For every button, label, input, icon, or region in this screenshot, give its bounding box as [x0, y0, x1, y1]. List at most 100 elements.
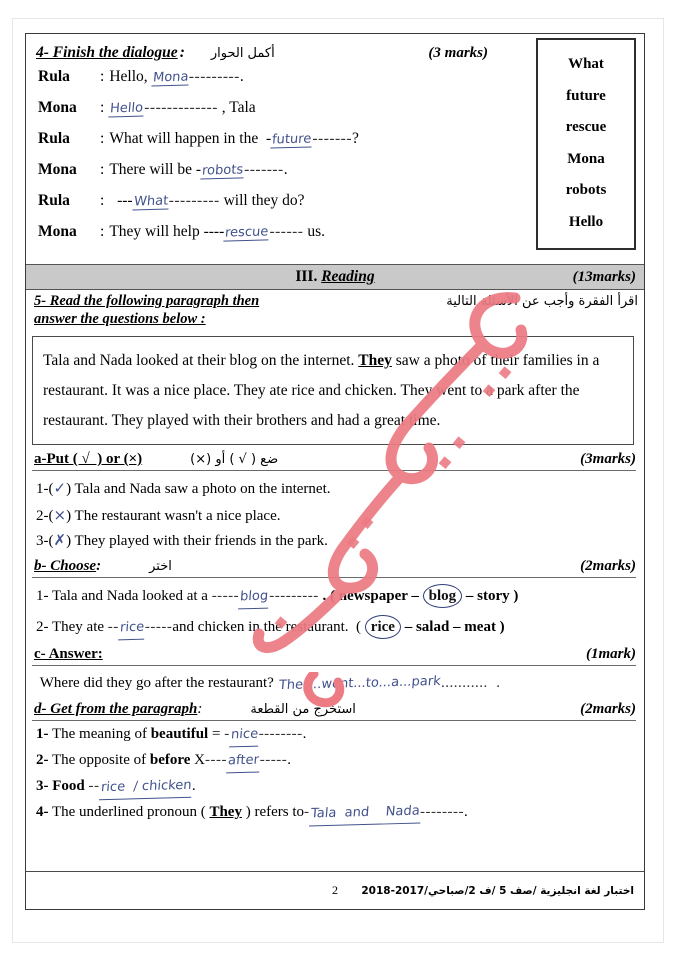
item-text: The restaurant wasn't a nice place.: [71, 508, 281, 524]
dialogue-suffix: .: [239, 68, 244, 85]
item-number: 1-: [36, 726, 49, 742]
dialogue-answer[interactable]: future: [270, 131, 314, 149]
item-number: 2-: [36, 752, 49, 768]
blank-dots: ........... .: [441, 675, 501, 691]
item-prompt: The underlined pronoun (: [48, 804, 210, 820]
blank-dashes-tail: -----: [259, 752, 288, 768]
dialogue-blank-dashes: -------: [244, 161, 284, 178]
dialogue-blank-dashes: ---------: [188, 68, 240, 85]
handwritten-answer[interactable]: They...went...to...a...park: [276, 671, 442, 697]
dialogue-answer[interactable]: What: [131, 193, 170, 211]
item-prompt: The meaning of: [48, 726, 151, 742]
circled-option[interactable]: rice: [364, 615, 401, 639]
word-bank-item: future: [566, 87, 606, 104]
option-list-post: – salad – meat ): [400, 619, 505, 635]
question-4-section: What future rescue Mona robots Hello 4- …: [26, 34, 644, 264]
dialogue-prompt: ---: [109, 192, 133, 209]
part-d-heading: d- Get from the paragraph : استخرج من ال…: [34, 701, 644, 718]
reading-band-title: III. Reading: [26, 268, 644, 286]
item-number: 4-: [36, 804, 49, 820]
dialogue-separator: :: [100, 99, 105, 116]
word-bank-item: Hello: [568, 213, 604, 230]
exam-sheet: What future rescue Mona robots Hello 4- …: [25, 33, 645, 910]
item-number: 3-: [36, 778, 49, 794]
item-keyword: They: [209, 804, 242, 820]
divider: [32, 470, 636, 471]
item-prompt: 1- Tala and Nada looked at a: [36, 588, 212, 604]
exam-page: What future rescue Mona robots Hello 4- …: [0, 0, 678, 960]
answer-cross-mark[interactable]: ×: [54, 504, 67, 526]
part-d-item: 2- The opposite of before X----after----…: [36, 749, 644, 774]
dialogue-suffix: .: [283, 161, 288, 178]
part-d-item: 1- The meaning of beautiful = -nice-----…: [36, 723, 644, 748]
word-bank-item: robots: [565, 182, 607, 198]
item-keyword: before: [149, 752, 191, 768]
option-list-post: – story ): [462, 588, 519, 604]
word-bank-item: Mona: [567, 150, 605, 167]
part-a-arabic: ضع ( √ ) أو (×): [190, 452, 279, 467]
part-d-label: d- Get from the paragraph: [34, 701, 198, 717]
handwritten-answer[interactable]: after: [226, 749, 261, 774]
section-numeral: III.: [295, 268, 318, 285]
page-number: 2: [332, 883, 338, 897]
dialogue-answer[interactable]: robots: [200, 162, 245, 180]
handwritten-answer[interactable]: nice: [228, 723, 260, 748]
answer-tick-mark[interactable]: ✓: [54, 477, 67, 499]
dialogue-suffix: ?: [352, 130, 359, 147]
item-text: Tala and Nada saw a photo on the interne…: [71, 481, 331, 497]
section-title: Reading: [321, 268, 375, 285]
part-d-marks: (2marks): [580, 701, 636, 717]
question-4-marks: (3 marks): [428, 45, 488, 61]
question-5-label-line2: answer the questions below :: [34, 311, 206, 327]
part-c-colon: :: [97, 646, 103, 662]
circled-option[interactable]: blog: [422, 584, 463, 608]
blank-dashes-lead: --: [88, 778, 100, 794]
dialogue-separator: :: [100, 130, 105, 147]
item-number: 1-(: [36, 481, 54, 497]
dialogue-prompt: What will happen in the -: [109, 130, 272, 147]
item-mid: ) refers to: [241, 804, 305, 820]
divider: [32, 577, 636, 578]
part-d-arabic: استخرج من القطعة: [250, 702, 356, 717]
handwritten-answer[interactable]: rice: [117, 616, 146, 641]
dialogue-blank-dashes: ---------: [168, 192, 220, 209]
handwritten-answer[interactable]: Tala and Nada: [308, 800, 422, 827]
handwritten-answer[interactable]: blog: [238, 585, 271, 610]
dialogue-blank-dashes: -------: [312, 130, 353, 147]
handwritten-answer[interactable]: rice / chicken: [98, 774, 193, 801]
blank-dashes-tail: --------: [258, 726, 303, 742]
reading-paragraph-box: Tala and Nada looked at their blog on th…: [32, 336, 634, 445]
dialogue-blank-dashes: -------------: [144, 99, 218, 116]
blank-dashes-lead: --: [107, 619, 119, 635]
dialogue-prompt: There will be -: [109, 161, 201, 178]
dialogue-suffix: , Tala: [217, 99, 256, 116]
item-prompt: 2- They ate: [36, 619, 108, 635]
divider: [32, 665, 636, 666]
answer-cross-mark[interactable]: ✗: [54, 529, 67, 551]
part-a-item: 2-(×) The restaurant wasn't a nice place…: [36, 504, 644, 527]
item-keyword: beautiful: [150, 726, 209, 742]
dialogue-blank-dashes: ------: [269, 223, 304, 240]
part-b-marks: (2marks): [580, 558, 636, 574]
dialogue-answer[interactable]: rescue: [223, 224, 271, 242]
blank-dashes-lead: -----: [211, 588, 240, 604]
option-list-pre: . ( newspaper –: [318, 588, 423, 604]
dialogue-speaker: Mona: [38, 223, 77, 240]
part-d-item: 4- The underlined pronoun ( They ) refer…: [36, 800, 644, 827]
part-b-item: 2- They ate --rice-----and chicken in th…: [36, 615, 644, 641]
question-5-label: 5- Read the following paragraph then: [34, 293, 260, 309]
item-keyword: Food: [52, 778, 85, 794]
question-4-arabic: أكمل الحوار: [210, 46, 275, 61]
part-b-colon: :: [96, 558, 102, 574]
part-b-arabic: اختر: [149, 559, 172, 574]
paragraph-text-1: Tala and Nada looked at their blog on th…: [43, 352, 359, 369]
dialogue-answer[interactable]: Mona: [150, 69, 190, 87]
dialogue-speaker: Rula: [38, 130, 70, 147]
item-number: 2-(: [36, 508, 54, 524]
dialogue-answer[interactable]: Hello: [108, 100, 145, 118]
option-list-pre: and chicken in the restaurant. (: [172, 619, 365, 635]
dialogue-separator: :: [100, 68, 105, 85]
dialogue-prompt: They will help ----: [109, 223, 225, 240]
part-d-item: 3- Food --rice / chicken.: [36, 774, 644, 801]
dialogue-speaker: Rula: [38, 68, 70, 85]
